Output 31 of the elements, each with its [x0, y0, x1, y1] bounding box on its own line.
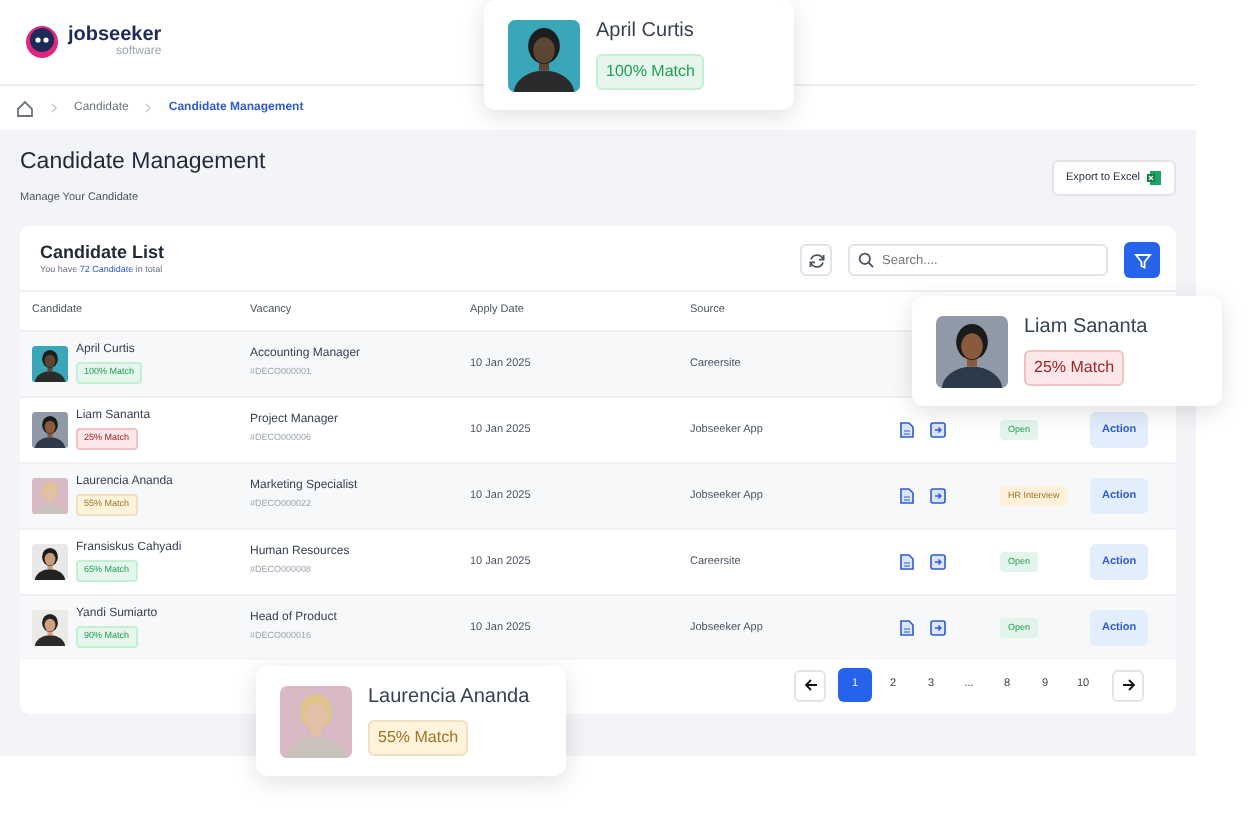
refresh-button[interactable] — [800, 244, 832, 277]
filter-icon — [1133, 251, 1151, 270]
card-title: Candidate List — [40, 242, 165, 265]
match-badge: 25% Match — [1024, 349, 1125, 385]
logo-icon — [24, 24, 60, 60]
filter-button[interactable] — [1124, 242, 1160, 279]
share-icon[interactable] — [930, 554, 946, 571]
home-icon[interactable] — [16, 99, 34, 117]
previous-page-button[interactable] — [794, 669, 826, 702]
arrow-right-icon — [1121, 678, 1135, 693]
document-icon[interactable] — [900, 554, 914, 571]
share-icon[interactable] — [930, 620, 946, 637]
document-icon[interactable] — [900, 422, 914, 439]
candidate-name: Liam Sananta — [1024, 315, 1148, 339]
next-page-button[interactable] — [1112, 669, 1144, 702]
document-icon[interactable] — [900, 620, 914, 637]
candidate-name: Laurencia Ananda — [368, 685, 530, 709]
arrow-left-icon — [803, 678, 817, 693]
share-icon[interactable] — [930, 488, 946, 505]
share-icon[interactable] — [930, 422, 946, 439]
page-title: Candidate Management — [20, 150, 266, 178]
chevron-icon — [50, 102, 58, 114]
refresh-icon — [807, 251, 825, 270]
search-icon — [858, 252, 874, 269]
document-icon[interactable] — [900, 488, 914, 505]
logo-text: jobseeker — [68, 26, 162, 46]
match-badge: 55% Match — [368, 719, 469, 755]
candidate-name: April Curtis — [596, 19, 696, 43]
chevron-icon — [144, 102, 153, 114]
spreadsheet-icon — [1146, 170, 1162, 187]
match-badge: 100% Match — [596, 53, 705, 89]
